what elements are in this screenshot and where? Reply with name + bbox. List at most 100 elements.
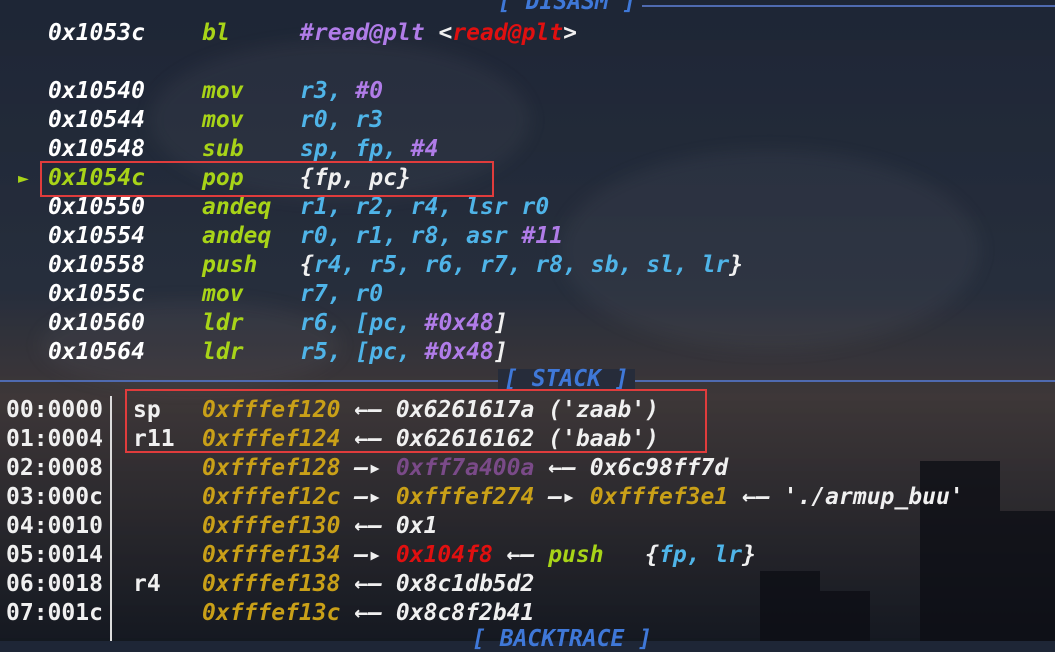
instruction-operands: r5, [pc, #0x48] bbox=[300, 338, 508, 367]
operand-token: #0x48 bbox=[424, 310, 494, 336]
current-instruction-highlight bbox=[40, 161, 494, 197]
chain-token: ←— bbox=[534, 455, 590, 481]
stack-section-label: [ STACK ] bbox=[498, 368, 635, 391]
chain-token: —▸ bbox=[340, 455, 396, 481]
operand-token: r3, bbox=[300, 78, 356, 104]
instruction-operands: r0, r1, r8, asr #11 bbox=[300, 222, 563, 251]
operand-token: r0, r3 bbox=[300, 107, 384, 133]
disasm-row: 0x10554 andeq r0, r1, r8, asr #11 bbox=[0, 222, 1055, 251]
operand-token: r7, r0 bbox=[300, 281, 384, 307]
chain-token: 0x6c98ff7d bbox=[589, 455, 729, 481]
instruction-operands: r7, r0 bbox=[300, 280, 383, 309]
chain-token: 0xfffef134 bbox=[202, 542, 341, 568]
operand-token: < bbox=[424, 20, 453, 46]
chain-token: push bbox=[548, 542, 604, 568]
stack-offset: 02:0008 bbox=[6, 455, 103, 481]
instruction-address: 0x10550 bbox=[48, 194, 145, 220]
operand-token: > bbox=[563, 20, 577, 46]
instruction-address: 0x10558 bbox=[48, 252, 145, 278]
operand-token: sp, fp, bbox=[300, 136, 411, 162]
stack-offset: 01:0004 bbox=[6, 426, 103, 452]
instruction-address: 0x10540 bbox=[48, 78, 145, 104]
chain-token: 0xfffef3e1 bbox=[589, 484, 729, 510]
chain-token: 0xfffef274 bbox=[395, 484, 535, 510]
operand-token: r0, r1, r8, asr bbox=[300, 223, 522, 249]
chain-token: ←— bbox=[728, 484, 784, 510]
instruction-address: 0x1055c bbox=[48, 281, 145, 307]
chain-token: 0xfffef130 bbox=[202, 513, 341, 539]
stack-offset: 06:0018 bbox=[6, 571, 103, 597]
operand-token: r5, [pc, bbox=[300, 339, 425, 365]
instruction-address: 0x10548 bbox=[48, 136, 145, 162]
stack-row: 05:0014 0xfffef134 —▸ 0x104f8 ←— push {fp… bbox=[0, 541, 1055, 570]
stack-pointer-chain: 0xfffef138 ←— 0x8c1db5d2 bbox=[202, 570, 534, 599]
operand-token: r4, r5, r6, r7, r8, sb, sl, lr bbox=[313, 252, 730, 278]
stack-offset: 07:001c bbox=[6, 600, 103, 626]
chain-token: ←— bbox=[340, 571, 396, 597]
stack-pointer-chain: 0xfffef13c ←— 0x8c8f2b41 bbox=[202, 599, 534, 628]
chain-token: 0x104f8 bbox=[395, 542, 493, 568]
stack-row: 07:001c 0xfffef13c ←— 0x8c8f2b41 bbox=[0, 599, 1055, 628]
operand-token: ] bbox=[493, 310, 508, 336]
operand-token: read@plt bbox=[452, 20, 564, 46]
instruction-mnemonic: andeq bbox=[202, 223, 272, 249]
chain-token: 0xff7a400a bbox=[395, 455, 535, 481]
chain-token: ←— bbox=[340, 513, 396, 539]
stack-pointer-chain: 0xfffef130 ←— 0x1 bbox=[202, 512, 437, 541]
chain-token: —▸ bbox=[534, 484, 590, 510]
chain-token: —▸ bbox=[340, 484, 396, 510]
instruction-mnemonic: bl bbox=[202, 20, 230, 46]
disasm-section-label: [ DISASM ] bbox=[498, 0, 637, 15]
chain-token: 0x8c8f2b41 bbox=[395, 600, 535, 626]
instruction-mnemonic: mov bbox=[202, 78, 244, 104]
instruction-address: 0x10564 bbox=[48, 339, 145, 365]
operand-token: #0x48 bbox=[424, 339, 494, 365]
chain-token: ←— bbox=[492, 542, 549, 568]
stack-pointer-chain: 0xfffef12c —▸ 0xfffef274 —▸ 0xfffef3e1 ←… bbox=[202, 483, 964, 512]
chain-token: 0xfffef138 bbox=[202, 571, 341, 597]
stack-row: 03:000c 0xfffef12c —▸ 0xfffef274 —▸ 0xfff… bbox=[0, 483, 1055, 512]
chain-token: —▸ bbox=[340, 542, 396, 568]
instruction-mnemonic: mov bbox=[202, 281, 244, 307]
chain-token: } bbox=[742, 542, 756, 568]
instruction-mnemonic: ldr bbox=[202, 339, 244, 365]
operand-token: #read@plt bbox=[300, 20, 425, 46]
instruction-operands: sp, fp, #4 bbox=[300, 135, 438, 164]
chain-token: 0x8c1db5d2 bbox=[395, 571, 535, 597]
disasm-row: 0x10558 push {r4, r5, r6, r7, r8, sb, sl, … bbox=[0, 251, 1055, 280]
disasm-row: 0x10540 mov r3, #0 bbox=[0, 77, 1055, 106]
operand-token: ] bbox=[493, 339, 508, 365]
operand-token: r6, [pc, bbox=[300, 310, 425, 336]
operand-token: } bbox=[729, 252, 744, 278]
chain-token: 0xfffef13c bbox=[202, 600, 341, 626]
stack-row: 04:0010 0xfffef130 ←— 0x1 bbox=[0, 512, 1055, 541]
instruction-operands: r1, r2, r4, lsr r0 bbox=[300, 193, 549, 222]
instruction-mnemonic: mov bbox=[202, 107, 244, 133]
chain-token: 0xfffef128 bbox=[202, 455, 341, 481]
disasm-row: 0x10548 sub sp, fp, #4 bbox=[0, 135, 1055, 164]
stack-offset: 04:0010 bbox=[6, 513, 103, 539]
stack-pointer-chain: 0xfffef134 —▸ 0x104f8 ←— push {fp, lr} bbox=[202, 541, 756, 570]
instruction-mnemonic: sub bbox=[202, 136, 244, 162]
operand-token: { bbox=[300, 252, 314, 278]
chain-token: fp, lr bbox=[658, 542, 743, 568]
chain-token: ←— bbox=[340, 600, 396, 626]
stack-offset: 00:0000 bbox=[6, 397, 103, 423]
instruction-address: 0x10554 bbox=[48, 223, 145, 249]
disasm-row: 0x10564 ldr r5, [pc, #0x48] bbox=[0, 338, 1055, 367]
disasm-separator bbox=[642, 5, 1055, 7]
instruction-operands: r0, r3 bbox=[300, 106, 383, 135]
stack-offset: 03:000c bbox=[6, 484, 103, 510]
instruction-address: 0x10560 bbox=[48, 310, 145, 336]
backtrace-section-label: [ BACKTRACE ] bbox=[472, 626, 653, 652]
instruction-address: 0x10544 bbox=[48, 107, 145, 133]
chain-token: { bbox=[603, 542, 659, 568]
disasm-row: 0x10560 ldr r6, [pc, #0x48] bbox=[0, 309, 1055, 338]
stack-row: 06:0018 r4 0xfffef138 ←— 0x8c1db5d2 bbox=[0, 570, 1055, 599]
instruction-mnemonic: ldr bbox=[202, 310, 244, 336]
stack-overwrite-highlight bbox=[125, 389, 707, 453]
stack-register: r4 bbox=[133, 571, 161, 597]
instruction-operands: r6, [pc, #0x48] bbox=[300, 309, 508, 338]
instruction-address: 0x1053c bbox=[48, 20, 145, 46]
stack-offset-divider bbox=[110, 396, 112, 641]
